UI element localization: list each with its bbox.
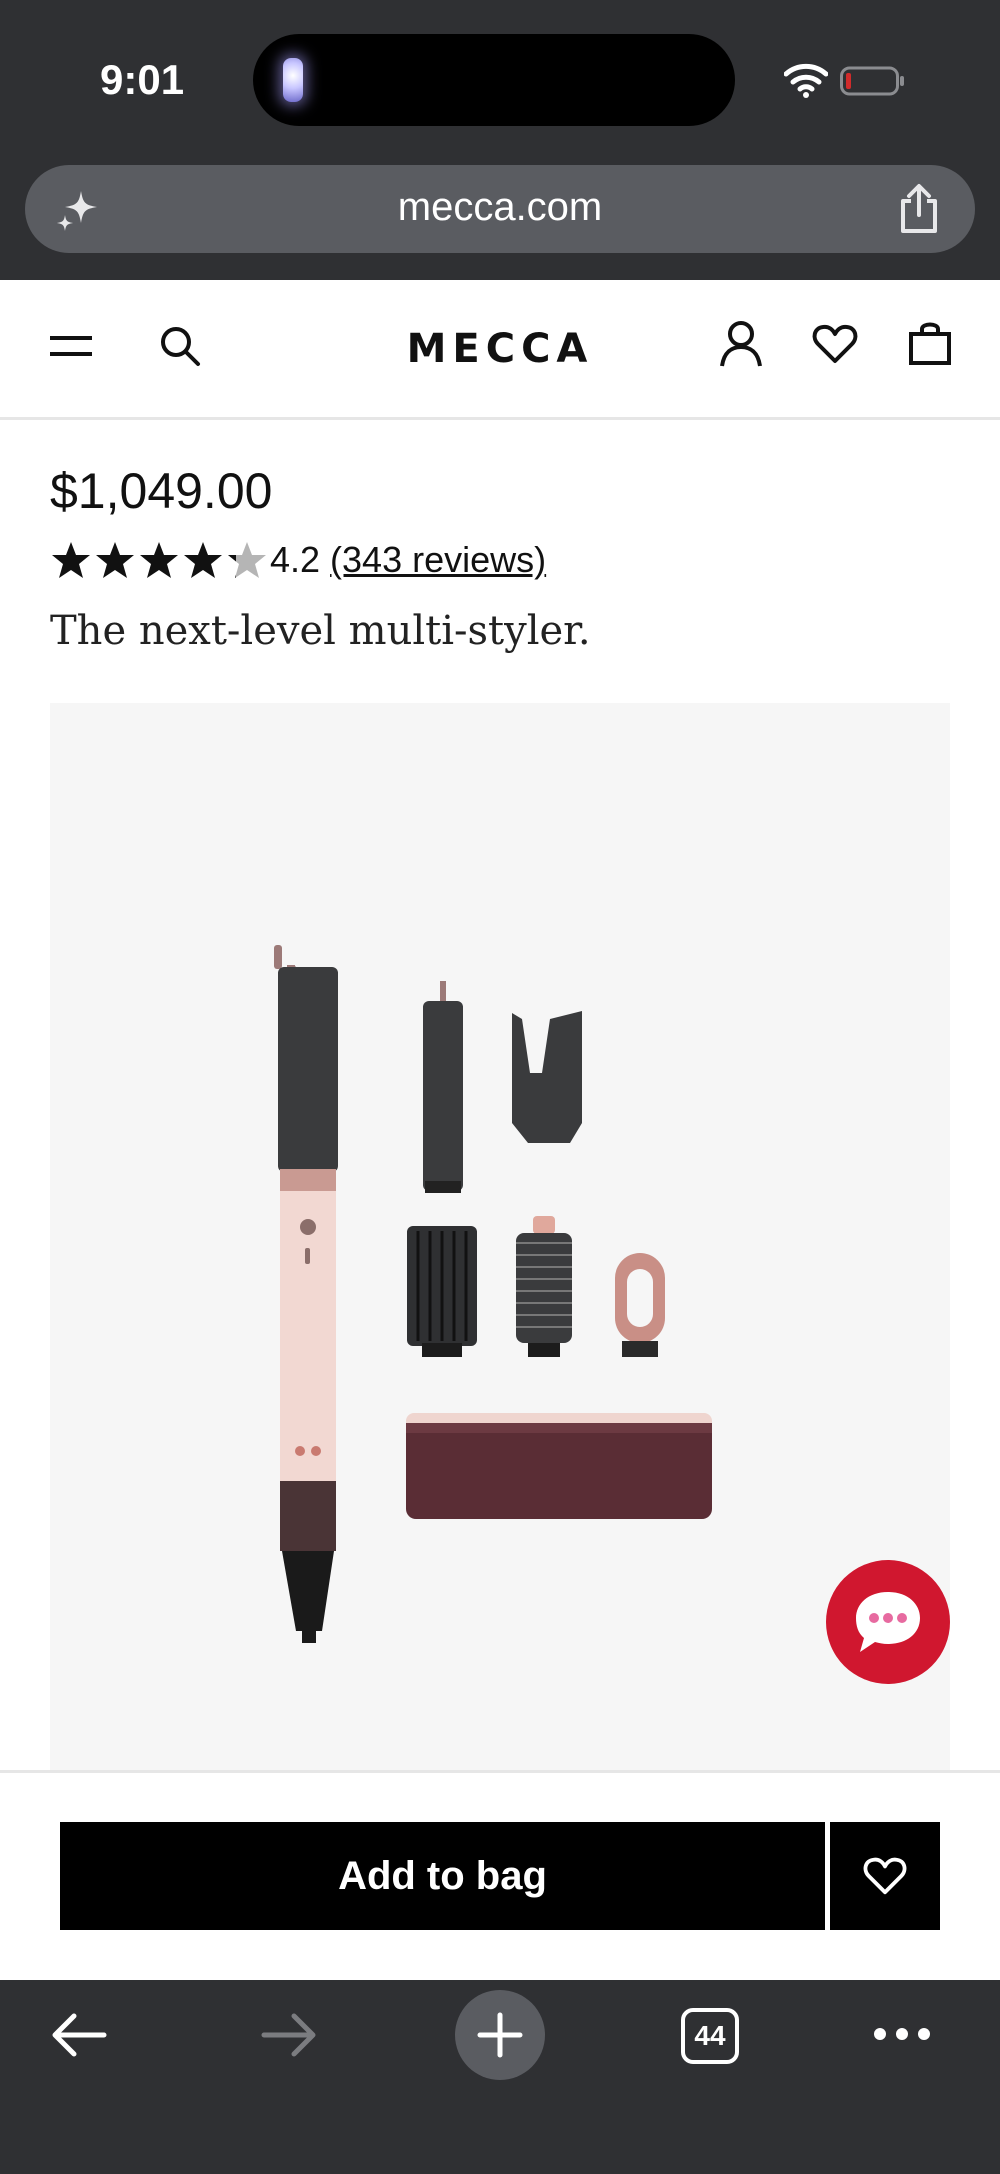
plus-icon (477, 2012, 523, 2058)
product-image[interactable] (50, 703, 950, 1770)
reviews-count[interactable]: (343 reviews) (330, 539, 546, 580)
back-arrow-icon[interactable] (50, 2012, 108, 2058)
battery-low-icon (840, 66, 904, 96)
add-to-bag-button[interactable]: Add to bag (60, 1822, 825, 1930)
heart-icon (863, 1857, 907, 1895)
star-full-icon (140, 542, 178, 578)
reviews-link[interactable]: (343 reviews) (330, 539, 546, 581)
site-header: MECCA (0, 280, 1000, 420)
star-full-icon (184, 542, 222, 578)
forward-arrow-icon[interactable] (260, 2012, 318, 2058)
page: 9:01 mecca.com MECCA $1,049.00 4.2 (343 … (0, 0, 1000, 2174)
heart-icon[interactable] (812, 324, 858, 364)
tabs-icon[interactable]: 44 (681, 2008, 739, 2064)
star-rating (50, 539, 270, 581)
browser-bottom-toolbar: 44 (0, 1980, 1000, 2174)
rating-row[interactable]: 4.2 (343 reviews) (50, 536, 546, 584)
dynamic-island (253, 34, 735, 126)
url-text[interactable]: mecca.com (25, 185, 975, 230)
product-price: $1,049.00 (50, 463, 273, 519)
browser-top-chrome: 9:01 mecca.com (0, 0, 1000, 280)
status-time: 9:01 (100, 56, 185, 103)
new-tab-button[interactable] (455, 1990, 545, 2080)
wifi-icon (784, 63, 828, 98)
bag-icon[interactable] (908, 320, 952, 366)
star-full-icon (96, 542, 134, 578)
account-icon[interactable] (718, 320, 764, 368)
divider (0, 1770, 1000, 1773)
url-bar[interactable]: mecca.com (25, 165, 975, 253)
more-icon[interactable] (872, 2026, 932, 2042)
share-icon[interactable] (897, 183, 941, 235)
chat-button[interactable] (826, 1560, 950, 1684)
wishlist-button[interactable] (830, 1822, 940, 1930)
chat-bubble-icon (856, 1592, 920, 1652)
multi-styler-product-image (274, 945, 712, 1643)
product-tagline: The next-level multi-styler. (50, 608, 591, 654)
star-partial-icon (228, 542, 266, 578)
star-full-icon (52, 542, 90, 578)
flashlight-indicator-icon (283, 58, 303, 102)
rating-value: 4.2 (270, 539, 321, 580)
